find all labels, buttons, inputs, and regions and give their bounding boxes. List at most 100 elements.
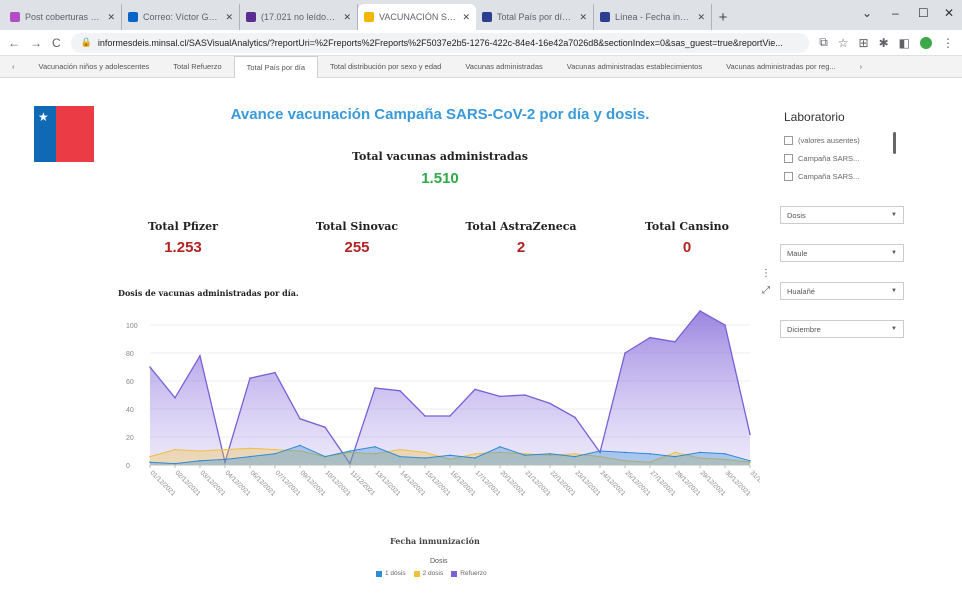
extension-icon[interactable]: ⊞ [859, 36, 869, 50]
month-dropdown[interactable]: Diciembre ▼ [780, 320, 904, 338]
data-point [399, 455, 401, 458]
checkbox-campaign-1[interactable]: Campaña SARS... [784, 154, 859, 163]
x-tick-label: 01/12/2021 [149, 469, 177, 497]
url-text: informesdeis.minsal.cl/SASVisualAnalytic… [97, 37, 783, 48]
region-dropdown[interactable]: Maule ▼ [780, 244, 904, 262]
close-tab-icon[interactable]: ✕ [579, 12, 587, 23]
data-point [674, 455, 676, 458]
area-refuerzo [150, 311, 750, 465]
close-tab-icon[interactable]: ✕ [225, 12, 233, 23]
data-point [424, 415, 426, 417]
x-tick-label: 04/12/2021 [224, 469, 252, 497]
menu-kebab-icon[interactable]: ⋮ [942, 36, 954, 50]
data-point [449, 415, 451, 417]
kpi-pfizer: Total Pfizer 1.253 [118, 220, 248, 256]
report-tab[interactable]: Vacunas administradas [453, 56, 554, 78]
chevron-down-icon: ▼ [891, 288, 897, 294]
y-tick-label: 0 [126, 463, 130, 470]
browser-tab-strip: Post coberturas SARS-✕Correo: Víctor Gut… [0, 0, 962, 30]
tab-title: Correo: Víctor Gutiérrez [143, 12, 220, 22]
browser-tab[interactable]: Post coberturas SARS- ✕ [4, 4, 122, 30]
sidepanel-icon[interactable]: ◧ [899, 36, 910, 50]
data-point [324, 455, 326, 458]
x-tick-label: 16/12/2021 [449, 469, 477, 497]
kpi-sinovac: Total Sinovac 255 [292, 220, 422, 256]
y-tick-label: 100 [126, 323, 138, 330]
favicon-icon [10, 12, 20, 22]
close-tab-icon[interactable]: ✕ [697, 12, 705, 23]
data-point [574, 416, 576, 419]
comuna-dropdown[interactable]: Hualañé ▼ [780, 282, 904, 300]
data-point [724, 324, 726, 326]
kpi-astrazeneca: Total AstraZeneca 2 [456, 220, 586, 256]
x-tick-label: 09/12/2021 [299, 469, 327, 497]
x-tick-label: 28/12/2021 [674, 469, 702, 497]
dropdown-value: Dosis [787, 210, 806, 220]
kpi-label: Total Sinovac [315, 220, 399, 233]
checkbox-box[interactable] [784, 172, 793, 181]
checkbox-missing-values[interactable]: (valores ausentes) [784, 136, 860, 145]
checkbox-list-scrollbar[interactable] [893, 132, 896, 154]
bookmark-star-icon[interactable]: ☆ [838, 36, 849, 50]
back-icon[interactable]: ← [8, 36, 20, 50]
checkbox-box[interactable] [784, 136, 793, 145]
report-tab[interactable]: Total Refuerzo [161, 56, 233, 78]
x-tick-label: 25/12/2021 [624, 469, 652, 497]
minimize-icon[interactable]: – [892, 6, 899, 20]
tabs-scroll-right-icon[interactable]: › [848, 56, 875, 78]
data-point [249, 377, 251, 379]
browser-tab[interactable]: VACUNACIÓN SARS-Co ✕ [358, 4, 476, 30]
window-chevron-icon[interactable]: ⌄ [862, 6, 872, 20]
checkbox-box[interactable] [784, 154, 793, 163]
x-tick-label: 24/12/2021 [599, 469, 627, 497]
kpi-value: 0 [682, 239, 692, 256]
data-point [574, 453, 576, 455]
report-tab[interactable]: Vacunas administradas por reg... [714, 56, 848, 78]
report-tab[interactable]: Total distribución por sexo y edad [318, 56, 453, 78]
close-tab-icon[interactable]: ✕ [107, 12, 115, 23]
legend-item: 2 dosis [413, 570, 443, 577]
browser-tab[interactable]: (17.021 no leídos) - vict ✕ [240, 4, 358, 30]
dropdown-value: Hualañé [787, 286, 815, 296]
doses-area-chart: 0 20 40 60 80 100 01/12/202102/12/202103/12/20… [126, 310, 760, 498]
total-vaccines-label: Total vacunas administradas [352, 150, 528, 163]
checkbox-campaign-2[interactable]: Campaña SARS... [784, 172, 859, 181]
forward-icon[interactable]: → [30, 36, 42, 50]
data-point [424, 451, 426, 454]
close-tab-icon[interactable]: ✕ [343, 12, 351, 23]
reload-icon[interactable]: C [52, 36, 61, 50]
y-tick-label: 80 [126, 351, 134, 358]
report-tab[interactable]: Total País por día [233, 55, 319, 78]
data-point [274, 453, 276, 455]
puzzle-icon[interactable]: ✱ [879, 36, 889, 50]
dosis-dropdown[interactable]: Dosis ▼ [780, 206, 904, 224]
report-tab[interactable]: Vacunación niños y adolescentes [27, 56, 162, 78]
expand-icon[interactable]: ⤢ [762, 285, 770, 296]
address-bar-row: ← → C 🔒 informesdeis.minsal.cl/SASVisual… [0, 30, 962, 56]
x-tick-label: 17/12/2021 [474, 469, 502, 497]
total-vaccines-value: 1.510 [421, 170, 459, 187]
url-field[interactable]: 🔒 informesdeis.minsal.cl/SASVisualAnalyt… [70, 32, 810, 53]
close-tab-icon[interactable]: ✕ [462, 12, 470, 23]
kpi-value: 1.253 [164, 239, 202, 256]
profile-avatar-icon[interactable] [920, 36, 932, 49]
data-point [649, 336, 651, 339]
data-point [474, 457, 476, 459]
data-point [524, 454, 526, 456]
favicon-icon [364, 12, 374, 22]
report-tab[interactable]: Vacunas administradas establecimientos [555, 56, 714, 78]
share-icon[interactable]: ⧉ [819, 35, 828, 50]
browser-tab[interactable]: Correo: Víctor Gutiérrez ✕ [122, 4, 240, 30]
tab-title: VACUNACIÓN SARS-Co [379, 12, 457, 22]
data-point [724, 453, 726, 455]
new-tab-icon[interactable]: + [712, 4, 734, 30]
browser-tab[interactable]: Total País por día del 1 ✕ [476, 4, 594, 30]
tabs-scroll-left-icon[interactable]: ‹ [0, 56, 27, 78]
close-window-icon[interactable]: ✕ [944, 6, 954, 20]
data-point [224, 448, 226, 451]
x-tick-label: 29/12/2021 [699, 469, 727, 497]
maximize-icon[interactable]: ☐ [918, 6, 929, 20]
more-options-icon[interactable]: ⋮ [761, 268, 771, 279]
laboratorio-title: Laboratorio [784, 110, 845, 124]
browser-tab[interactable]: Línea - Fecha inmuniza ✕ [594, 4, 712, 30]
